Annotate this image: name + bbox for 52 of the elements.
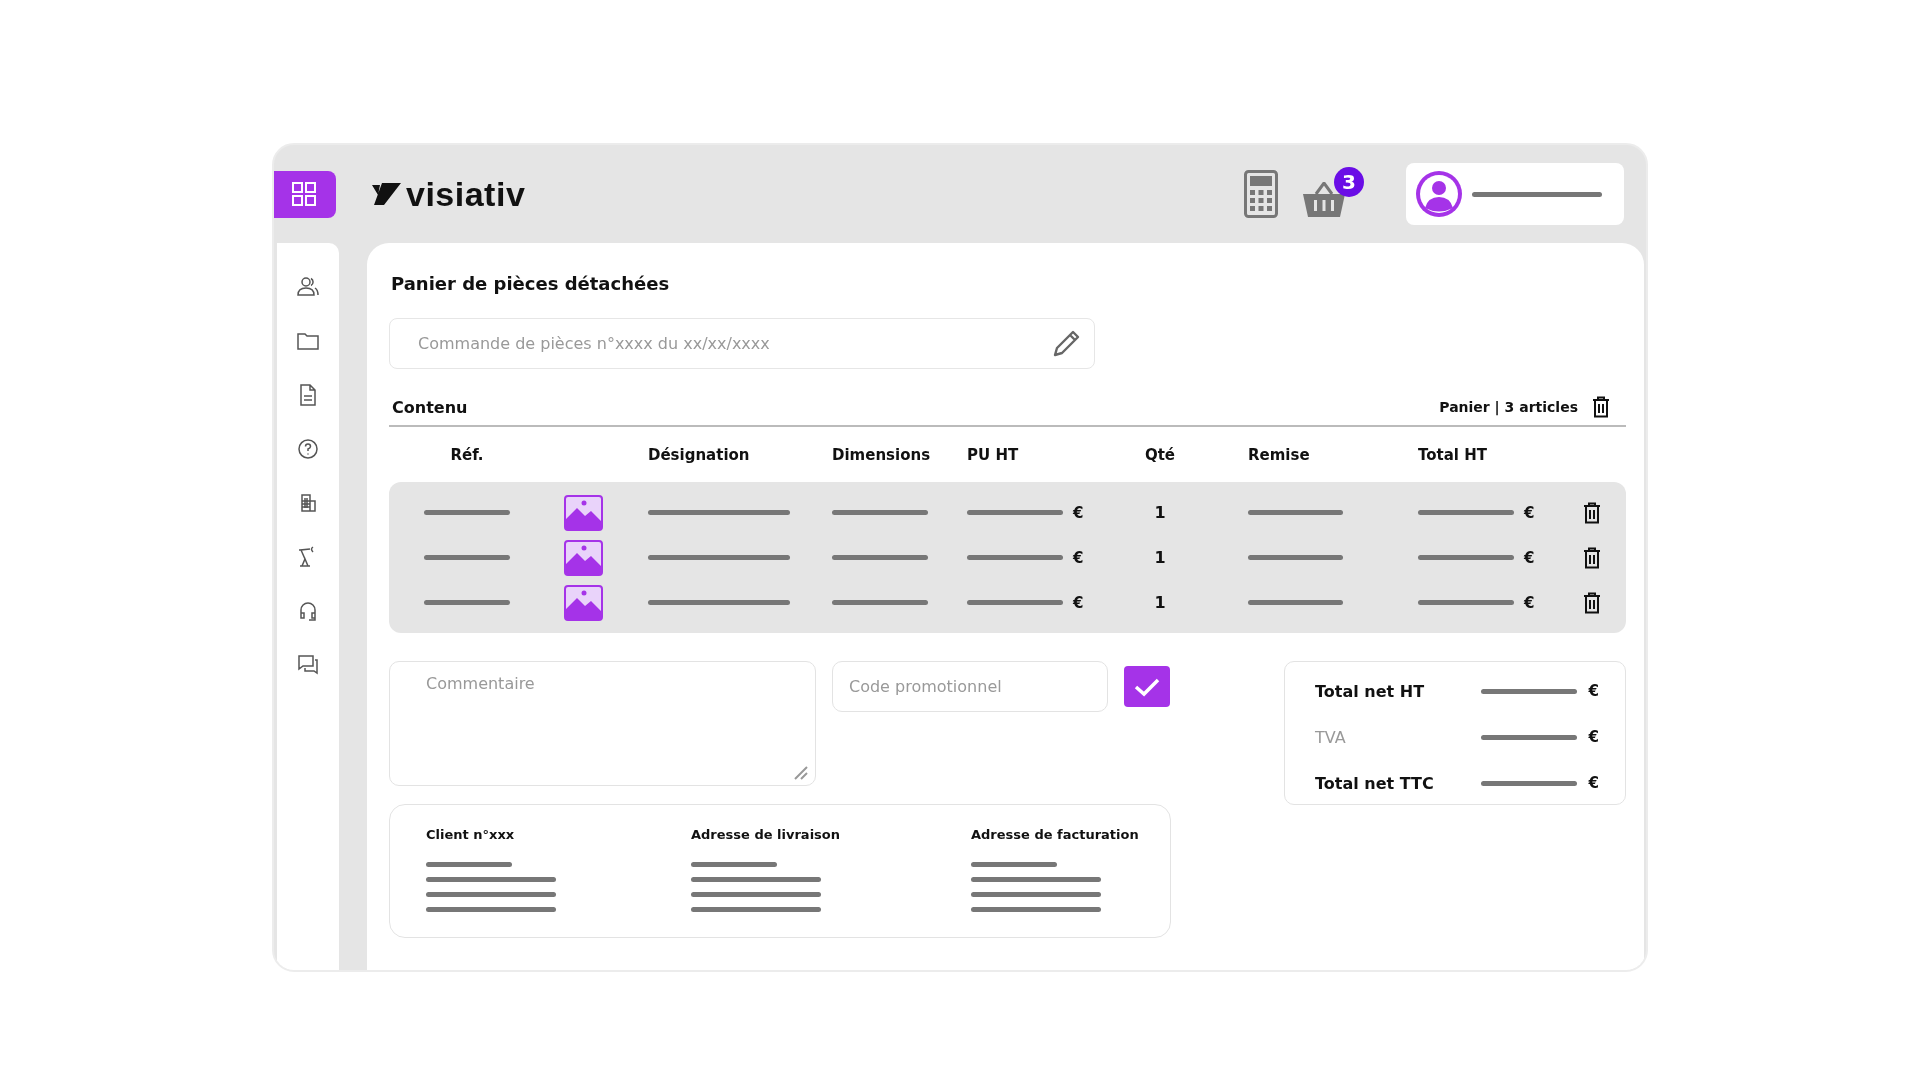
resize-handle-icon[interactable] (792, 764, 808, 780)
currency-symbol: € (1588, 682, 1599, 700)
column-header: Remise (1247, 445, 1311, 464)
column-header: Total HT (1417, 445, 1488, 464)
trash-icon[interactable] (1582, 591, 1601, 614)
currency-symbol: € (1524, 503, 1535, 522)
cart-count-badge: 3 (1334, 167, 1364, 197)
confirm-button[interactable] (1124, 666, 1170, 707)
user-card[interactable] (1406, 163, 1624, 225)
image-thumbnail-icon (564, 494, 603, 531)
trash-icon[interactable] (1582, 501, 1601, 524)
currency-symbol: € (1524, 593, 1535, 612)
avatar-icon (1416, 171, 1462, 217)
column-header: Dimensions (831, 445, 932, 464)
address-heading: Client n°xxx (426, 827, 516, 842)
people-icon[interactable] (296, 275, 320, 299)
column-header: Désignation (647, 445, 751, 464)
currency-symbol: € (1073, 548, 1084, 567)
quantity: 1 (1154, 503, 1166, 522)
currency-symbol: € (1073, 503, 1084, 522)
quantity: 1 (1154, 548, 1166, 567)
checkmark-icon (1134, 676, 1160, 697)
total-label: Total net HT (1315, 681, 1426, 701)
page-title: Panier de pièces détachées (391, 273, 671, 294)
trash-icon[interactable] (1582, 546, 1601, 569)
currency-symbol: € (1588, 774, 1599, 792)
currency-symbol: € (1524, 548, 1535, 567)
column-header: Réf. (449, 445, 485, 464)
order-name-field[interactable]: Commande de pièces n°xxxx du xx/xx/xxxx (389, 318, 1095, 369)
image-thumbnail-icon (564, 584, 603, 621)
logo-text: visiativ (406, 174, 526, 214)
column-header: Qté (1143, 445, 1177, 464)
comment-field[interactable]: Commentaire (389, 661, 816, 786)
image-thumbnail-icon (564, 539, 603, 576)
currency-symbol: € (1588, 728, 1599, 746)
address-heading: Adresse de livraison (691, 827, 841, 842)
quantity: 1 (1154, 593, 1166, 612)
currency-symbol: € (1073, 593, 1084, 612)
total-label: TVA (1315, 727, 1347, 747)
grid-icon (291, 181, 317, 207)
cart-summary: Panier | 3 articles (1439, 399, 1578, 415)
column-header: PU HT (966, 445, 1020, 464)
address-heading: Adresse de facturation (971, 827, 1140, 842)
calculator-icon[interactable] (1244, 170, 1278, 218)
logo-mark-icon (370, 181, 402, 207)
apps-grid-button[interactable] (274, 170, 336, 218)
section-title: Contenu (392, 397, 468, 417)
total-label: Total net TTC (1315, 773, 1435, 793)
chat-icon[interactable] (296, 653, 320, 677)
trash-icon[interactable] (1592, 396, 1610, 418)
promo-code-field[interactable]: Code promotionnel (832, 661, 1108, 712)
help-icon[interactable] (296, 437, 320, 461)
